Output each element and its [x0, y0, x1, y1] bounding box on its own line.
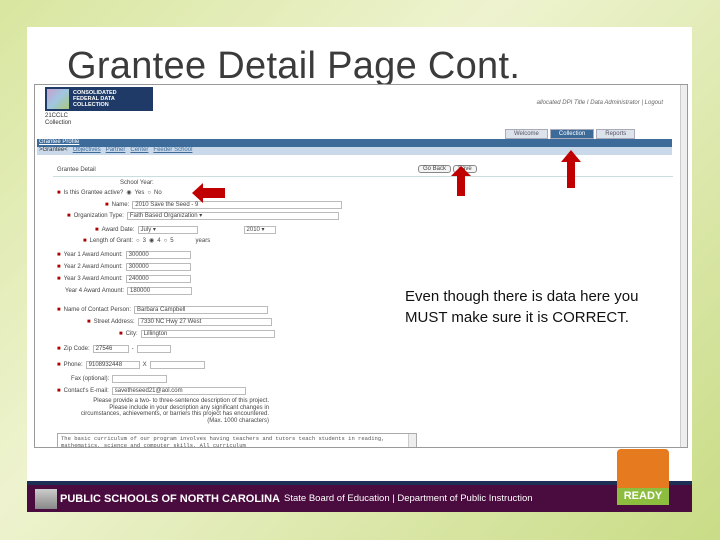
- yes-label: Yes: [134, 189, 145, 196]
- school-year-label: School Year:: [120, 180, 154, 186]
- year3-input[interactable]: 240000: [125, 275, 191, 283]
- prompt-line: (Max. 1000 characters): [207, 417, 269, 424]
- year4-label: Year 4 Award Amount:: [65, 288, 125, 294]
- description-prompt: Please provide a two- to three-sentence …: [57, 398, 269, 424]
- nav-grantee-profile[interactable]: Grantee Profile: [37, 139, 672, 147]
- org-type-select[interactable]: Faith Based Organization ▾: [126, 212, 339, 220]
- collection-code: 21CCLC: [45, 113, 69, 119]
- length-5-radio[interactable]: ○: [164, 238, 168, 244]
- prompt-line: circumstances, achievements, or barriers…: [80, 411, 269, 417]
- tab-bar: Welcome Collection Reports: [505, 129, 636, 139]
- ready-text: READY: [617, 488, 669, 505]
- user-role: allocated DPI Title I Data Administrator: [536, 100, 640, 106]
- subnav-grantee[interactable]: >Grantee<: [39, 147, 68, 153]
- length-4-radio[interactable]: ◉: [149, 237, 154, 244]
- cfdc-logo: CONSOLIDATED FEDERAL DATA COLLECTION: [45, 87, 153, 111]
- zip-label: Zip Code:: [63, 346, 90, 352]
- email-input[interactable]: savetheseed21@aol.com: [111, 387, 246, 395]
- phone-input[interactable]: 9108932448: [85, 361, 140, 369]
- fax-input[interactable]: [112, 375, 168, 383]
- award-year-select[interactable]: 2010 ▾: [243, 226, 276, 234]
- award-year-value: 2010: [246, 227, 260, 233]
- footer-org: PUBLIC SCHOOLS OF NORTH CAROLINA: [60, 492, 280, 505]
- slide: Grantee Detail Page Cont. CONSOLIDATED FE…: [27, 27, 692, 512]
- award-month-select[interactable]: July ▾: [137, 226, 198, 234]
- arrow-up-icon: [561, 150, 581, 188]
- ext-label: X: [142, 362, 147, 368]
- page-scrollbar[interactable]: [680, 85, 687, 447]
- year1-label: Year 1 Award Amount:: [63, 252, 123, 258]
- year2-input[interactable]: 300000: [125, 263, 191, 271]
- length-3-radio[interactable]: ○: [136, 238, 140, 244]
- arrow-up-icon: [451, 166, 471, 196]
- arrow-left-icon: [192, 183, 225, 203]
- award-date-label: Award Date:: [101, 227, 135, 233]
- zip4-input[interactable]: [136, 345, 171, 353]
- zip-separator: -: [131, 346, 134, 352]
- callout-note: Even though there is data here you MUST …: [405, 288, 639, 326]
- year4-input[interactable]: 180000: [127, 287, 193, 295]
- name-label: Name:: [111, 202, 130, 208]
- subnav-partner[interactable]: Partner: [106, 147, 126, 153]
- active-label: Is this Grantee active?: [63, 189, 124, 196]
- footer: PUBLIC SCHOOLS OF NORTH CAROLINA State Bo…: [27, 485, 692, 512]
- years-label: years: [195, 237, 211, 244]
- description-text: The basic curriculum of our program invo…: [61, 435, 385, 448]
- contact-label: Name of Contact Person:: [63, 307, 131, 313]
- logout-link[interactable]: Logout: [645, 100, 663, 106]
- len4-label: 4: [157, 237, 161, 244]
- fax-label: Fax (optional):: [71, 376, 110, 382]
- year3-label: Year 3 Award Amount:: [63, 276, 123, 282]
- footer-dept: State Board of Education | Department of…: [284, 493, 533, 504]
- active-no-radio[interactable]: ○: [147, 190, 151, 196]
- section-title: Grantee Detail: [57, 167, 96, 173]
- collection-text: Collection: [45, 120, 72, 126]
- len3-label: 3: [142, 237, 146, 244]
- street-label: Street Address:: [93, 319, 135, 325]
- tab-reports[interactable]: Reports: [596, 129, 636, 139]
- nc-seal-icon: [35, 488, 57, 509]
- app-screenshot: CONSOLIDATED FEDERAL DATA COLLECTION 21CCL…: [34, 84, 688, 448]
- description-textarea[interactable]: The basic curriculum of our program invo…: [57, 433, 417, 448]
- city-label: City:: [125, 331, 138, 337]
- tab-welcome[interactable]: Welcome: [505, 129, 548, 139]
- contact-input[interactable]: Barbara Campbell: [134, 306, 268, 314]
- org-type-label: Organization Type:: [73, 213, 124, 219]
- tab-collection[interactable]: Collection: [549, 129, 595, 139]
- collection-label: 21CCLC Collection: [45, 113, 71, 127]
- city-input[interactable]: Lillington: [140, 330, 275, 338]
- zip-input[interactable]: 27546: [92, 345, 129, 353]
- logo-line: COLLECTION: [73, 102, 109, 108]
- len5-label: 5: [170, 237, 174, 244]
- slide-title: Grantee Detail Page Cont.: [67, 45, 521, 87]
- go-back-button[interactable]: Go Back: [418, 165, 452, 173]
- subnav-objectives[interactable]: Objectives: [73, 147, 101, 153]
- no-label: No: [154, 189, 162, 196]
- phone-label: Phone:: [63, 362, 83, 368]
- length-label: Length of Grant:: [89, 237, 133, 244]
- year2-label: Year 2 Award Amount:: [63, 264, 123, 270]
- active-yes-radio[interactable]: ◉: [126, 189, 131, 196]
- email-label: Contact's E-mail:: [63, 388, 109, 394]
- street-input[interactable]: 7330 NC Hwy 27 West: [137, 318, 272, 326]
- year1-input[interactable]: 300000: [125, 251, 191, 259]
- award-month-value: July: [140, 227, 152, 233]
- subnav-feeder-school[interactable]: Feeder School: [153, 147, 192, 153]
- ext-input[interactable]: [149, 361, 205, 369]
- org-type-value: Faith Based Organization: [129, 213, 198, 219]
- ready-logo: READY: [617, 449, 669, 505]
- textarea-scrollbar[interactable]: [408, 434, 416, 447]
- subnav-center[interactable]: Center: [130, 147, 148, 153]
- name-input[interactable]: 2010 Save the Seed - 9: [132, 201, 343, 209]
- user-info: allocated DPI Title I Data Administrator…: [536, 100, 663, 106]
